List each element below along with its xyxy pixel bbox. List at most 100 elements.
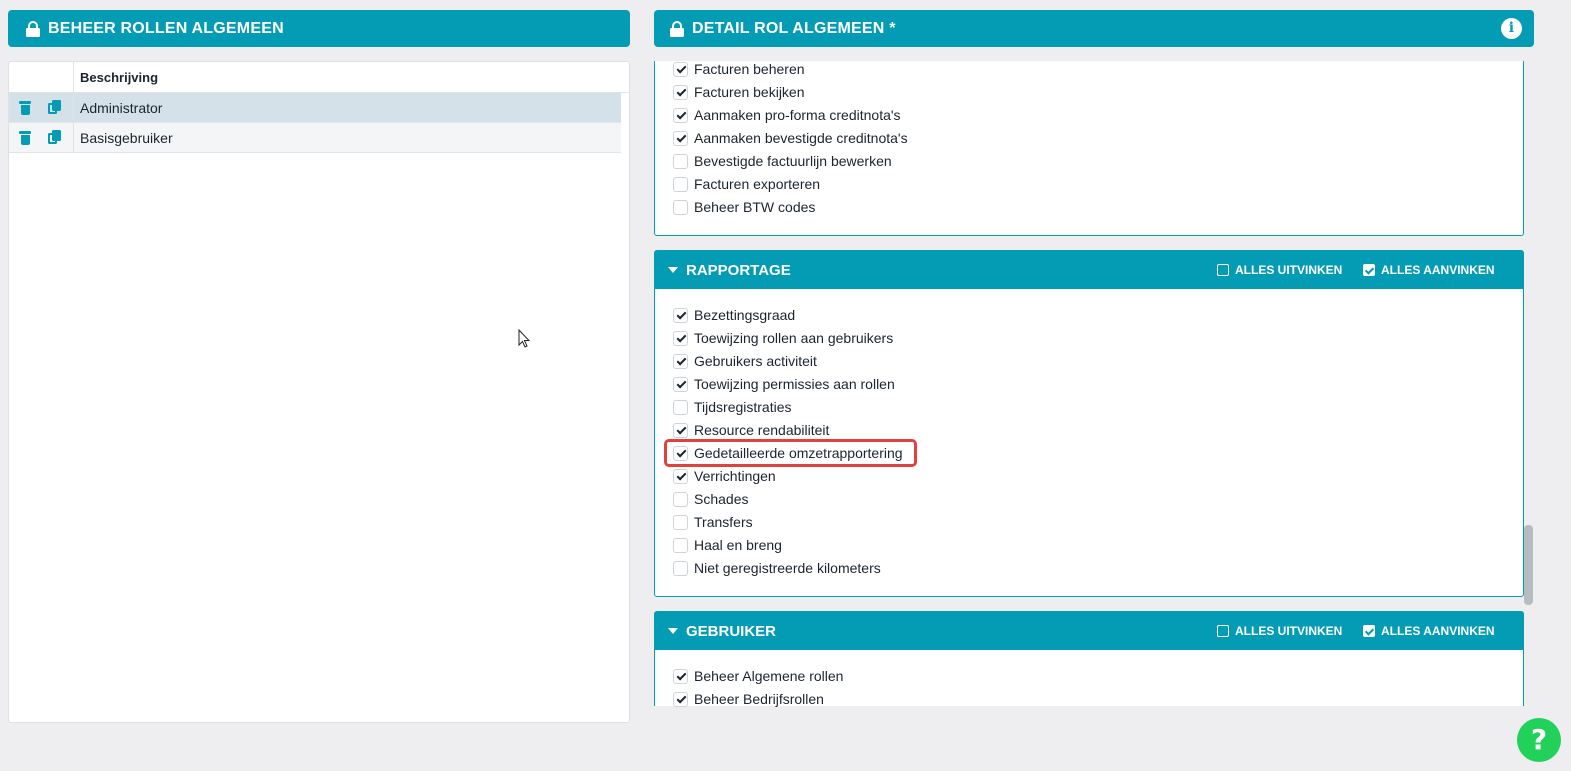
caret-down-icon[interactable] <box>668 267 678 273</box>
permission-checkbox-checked[interactable] <box>673 691 688 707</box>
copy-icon[interactable] <box>48 100 62 115</box>
permission-checkbox-checked[interactable] <box>673 468 688 484</box>
section-title: RAPPORTAGE <box>686 261 791 279</box>
roles-table: Beschrijving Administrator Basisgebruike… <box>8 61 630 723</box>
permission-item[interactable]: Gebruikers activiteit <box>673 352 817 370</box>
permission-checkbox-unchecked[interactable] <box>673 514 688 530</box>
permission-checkbox-unchecked[interactable] <box>673 537 688 553</box>
permission-label: Aanmaken pro-forma creditnota's <box>694 107 901 123</box>
permission-label: Beheer Algemene rollen <box>694 668 844 684</box>
permission-checkbox-unchecked[interactable] <box>673 560 688 576</box>
permission-item[interactable]: Haal en breng <box>673 536 782 554</box>
permission-checkbox-unchecked[interactable] <box>673 199 688 215</box>
checkbox-checked-icon <box>1363 264 1375 276</box>
gebruiker-section-header[interactable]: GEBRUIKER ALLES UITVINKEN ALLES AANVINKE… <box>655 612 1523 650</box>
table-header: Beschrijving <box>9 62 629 93</box>
permission-checkbox-unchecked[interactable] <box>673 153 688 169</box>
permission-label: Bevestigde factuurlijn bewerken <box>694 153 892 169</box>
permission-checkbox-unchecked[interactable] <box>673 491 688 507</box>
permission-label: Beheer Bedrijfsrollen <box>694 691 824 707</box>
permission-item[interactable]: Beheer Bedrijfsrollen <box>673 690 824 708</box>
permission-item[interactable]: Beheer BTW codes <box>673 198 815 216</box>
permission-item[interactable]: Toewijzing rollen aan gebruikers <box>673 329 893 347</box>
copy-icon[interactable] <box>48 130 62 145</box>
permission-item[interactable]: Facturen beheren <box>673 60 805 78</box>
permission-label: Niet geregistreerde kilometers <box>694 560 881 576</box>
checkbox-checked-icon <box>1363 625 1375 637</box>
permission-checkbox-checked[interactable] <box>673 61 688 77</box>
permission-item[interactable]: Verrichtingen <box>673 467 776 485</box>
permission-checkbox-checked[interactable] <box>673 422 688 438</box>
permission-label: Transfers <box>694 514 753 530</box>
row-label: Administrator <box>80 100 163 116</box>
permission-item[interactable]: Facturen bekijken <box>673 83 805 101</box>
permission-item[interactable]: Transfers <box>673 513 753 531</box>
uncheck-all-label: ALLES UITVINKEN <box>1235 624 1343 638</box>
scrollbar-thumb[interactable] <box>1524 525 1533 605</box>
permission-item[interactable]: Facturen exporteren <box>673 175 820 193</box>
permission-item[interactable]: Resource rendabiliteit <box>673 421 829 439</box>
permission-item[interactable]: Gedetailleerde omzetrapportering <box>673 444 903 462</box>
roles-panel-title: BEHEER ROLLEN ALGEMEEN <box>48 19 284 37</box>
rapportage-permissions-section: RAPPORTAGE ALLES UITVINKEN ALLES AANVINK… <box>654 250 1524 597</box>
check-all-button[interactable]: ALLES AANVINKEN <box>1363 624 1495 638</box>
uncheck-all-button[interactable]: ALLES UITVINKEN <box>1217 624 1342 638</box>
permission-label: Toewijzing permissies aan rollen <box>694 376 895 392</box>
permission-item[interactable]: Tijdsregistraties <box>673 398 792 416</box>
permission-item[interactable]: Schades <box>673 490 748 508</box>
permission-label: Facturen beheren <box>694 61 805 77</box>
permission-checkbox-checked[interactable] <box>673 130 688 146</box>
info-icon[interactable]: i <box>1501 18 1522 39</box>
permission-label: Tijdsregistraties <box>694 399 792 415</box>
gebruiker-permissions-section: GEBRUIKER ALLES UITVINKEN ALLES AANVINKE… <box>654 611 1524 708</box>
permission-item[interactable]: Aanmaken pro-forma creditnota's <box>673 106 901 124</box>
permission-item[interactable]: Bevestigde factuurlijn bewerken <box>673 152 892 170</box>
permission-checkbox-checked[interactable] <box>673 330 688 346</box>
permission-checkbox-unchecked[interactable] <box>673 176 688 192</box>
check-all-label: ALLES AANVINKEN <box>1381 263 1495 277</box>
check-all-label: ALLES AANVINKEN <box>1381 624 1495 638</box>
permission-checkbox-unchecked[interactable] <box>673 399 688 415</box>
permission-checkbox-checked[interactable] <box>673 107 688 123</box>
facturen-permissions-section: Facturen beheren Facturen bekijken Aanmake… <box>654 61 1524 236</box>
permission-checkbox-checked[interactable] <box>673 353 688 369</box>
permission-checkbox-checked[interactable] <box>673 376 688 392</box>
help-button[interactable]: ? <box>1517 718 1561 762</box>
permission-label: Haal en breng <box>694 537 782 553</box>
permission-label: Facturen bekijken <box>694 84 805 100</box>
table-row[interactable]: Administrator <box>9 93 621 123</box>
lock-icon <box>670 20 684 37</box>
permission-checkbox-checked[interactable] <box>673 84 688 100</box>
checkbox-empty-icon <box>1217 264 1229 276</box>
actions-column-header <box>9 62 74 93</box>
lock-icon <box>26 20 40 37</box>
rapportage-section-header[interactable]: RAPPORTAGE ALLES UITVINKEN ALLES AANVINK… <box>655 251 1523 289</box>
trash-icon[interactable] <box>19 131 31 145</box>
permission-label: Gedetailleerde omzetrapportering <box>694 445 903 461</box>
permission-item[interactable]: Beheer Algemene rollen <box>673 667 843 685</box>
role-detail-title: DETAIL ROL ALGEMEEN * <box>692 19 896 37</box>
section-title: GEBRUIKER <box>686 622 777 640</box>
row-label: Basisgebruiker <box>80 130 173 146</box>
caret-down-icon[interactable] <box>668 628 678 634</box>
permission-label: Bezettingsgraad <box>694 307 796 323</box>
permission-item[interactable]: Bezettingsgraad <box>673 306 795 324</box>
permission-label: Toewijzing rollen aan gebruikers <box>694 330 894 346</box>
permission-label: Verrichtingen <box>694 468 776 484</box>
permission-label: Aanmaken bevestigde creditnota's <box>694 130 908 146</box>
permission-checkbox-checked[interactable] <box>673 307 688 323</box>
permission-item[interactable]: Aanmaken bevestigde creditnota's <box>673 129 908 147</box>
trash-icon[interactable] <box>19 101 31 115</box>
check-all-button[interactable]: ALLES AANVINKEN <box>1363 263 1495 277</box>
roles-panel-header: BEHEER ROLLEN ALGEMEEN <box>8 10 630 47</box>
column-header-beschrijving[interactable]: Beschrijving <box>80 70 158 85</box>
permission-checkbox-checked[interactable] <box>673 668 688 684</box>
permission-label: Schades <box>694 491 749 507</box>
row-actions <box>9 123 74 153</box>
permission-item[interactable]: Niet geregistreerde kilometers <box>673 559 881 577</box>
permission-item[interactable]: Toewijzing permissies aan rollen <box>673 375 895 393</box>
permission-label: Gebruikers activiteit <box>694 353 817 369</box>
table-row[interactable]: Basisgebruiker <box>9 123 621 153</box>
uncheck-all-button[interactable]: ALLES UITVINKEN <box>1217 263 1342 277</box>
permission-checkbox-checked[interactable] <box>673 445 688 461</box>
